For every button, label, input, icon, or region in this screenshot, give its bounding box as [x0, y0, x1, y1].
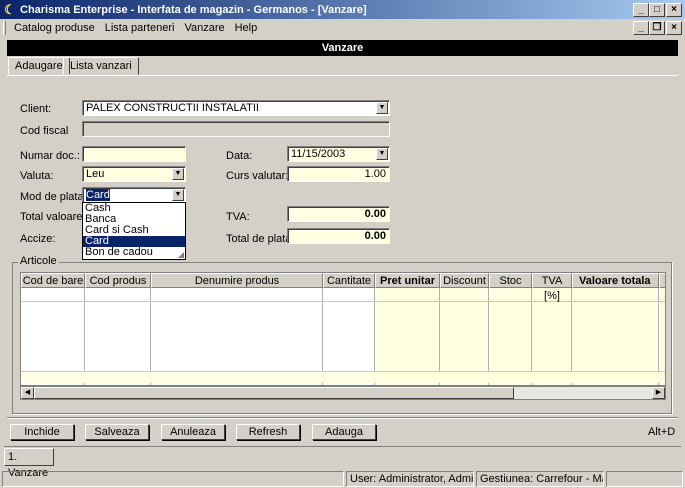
client-select[interactable]: PALEX CONSTRUCTII INSTALATII ▼ — [82, 100, 390, 116]
mod-de-plata-select[interactable]: Card ▼ — [82, 187, 186, 203]
grid-footer-line — [21, 371, 665, 372]
col-discount — [440, 273, 489, 385]
button-separator — [7, 417, 678, 419]
close-button[interactable]: × — [666, 3, 682, 17]
menu-bar: Catalog produse Lista parteneri Vanzare … — [0, 19, 685, 37]
col-extra — [659, 273, 665, 385]
col-denumire — [151, 273, 323, 385]
window-tab-strip — [4, 446, 681, 467]
header-pret-unitar[interactable]: Pret unitar — [375, 273, 440, 288]
scroll-thumb[interactable] — [34, 387, 514, 399]
mdi-restore-button[interactable]: ❐ — [649, 21, 665, 35]
scroll-right-icon[interactable]: ▶ — [652, 387, 665, 399]
header-cantitate[interactable]: Cantitate — [323, 273, 375, 288]
valuta-select[interactable]: Leu ▼ — [82, 166, 186, 182]
header-cod-produs[interactable]: Cod produs — [85, 273, 151, 288]
client-value: PALEX CONSTRUCTII INSTALATII — [86, 102, 259, 114]
grid-row-line — [21, 301, 665, 302]
data-value: 11/15/2003 — [291, 148, 346, 160]
valuta-label: Valuta: — [20, 170, 54, 182]
col-pret-unitar — [375, 273, 440, 385]
grid-footer-row — [21, 371, 665, 383]
tab-lista-vanzari[interactable]: Lista vanzari — [63, 57, 139, 75]
status-panel-extra — [606, 471, 683, 487]
menu-help[interactable]: Help — [230, 22, 263, 34]
menu-vanzare[interactable]: Vanzare — [179, 22, 229, 34]
total-valoare-label: Total valoare: — [20, 211, 86, 223]
mod-de-plata-label: Mod de plata: — [20, 191, 87, 203]
curs-valutar-label: Curs valutar: — [226, 170, 289, 182]
form-header: Vanzare — [7, 40, 678, 56]
header-discount[interactable]: Discount — [440, 273, 489, 288]
numar-doc-input[interactable] — [82, 146, 186, 162]
resize-grip-icon[interactable]: ◢ — [178, 250, 184, 259]
mod-de-plata-list[interactable]: Cash Banca Card si Cash Card Bon de cado… — [82, 202, 186, 260]
valuta-value: Leu — [86, 168, 105, 180]
header-tva[interactable]: TVA [%] — [532, 273, 572, 302]
client-dropdown-icon[interactable]: ▼ — [376, 102, 388, 114]
anuleaza-button[interactable]: Anuleaza — [161, 424, 225, 440]
col-cod-produs — [85, 273, 151, 385]
valuta-dropdown-icon[interactable]: ▼ — [172, 168, 184, 180]
scroll-left-icon[interactable]: ◀ — [21, 387, 34, 399]
total-de-plata-label: Total de plata: — [226, 233, 295, 245]
horizontal-scrollbar[interactable]: ◀ ▶ — [20, 386, 666, 400]
tva-field: 0.00 — [287, 206, 390, 222]
menu-catalog-produse[interactable]: Catalog produse — [9, 22, 100, 34]
numar-doc-label: Numar doc.: — [20, 150, 80, 162]
inchide-button[interactable]: Inchide — [10, 424, 74, 440]
mdi-minimize-button[interactable]: _ — [633, 21, 649, 35]
status-user: User: Administrator, Administr — [346, 471, 474, 487]
articole-title: Articole — [18, 255, 59, 267]
window-tab-vanzare[interactable]: 1. Vanzare — [4, 448, 54, 479]
option-bon-de-cadou[interactable]: Bon de cadou — [83, 247, 185, 258]
client-label: Client: — [20, 103, 52, 115]
maximize-button[interactable]: □ — [649, 3, 665, 17]
col-cod-de-bare — [21, 273, 85, 385]
header-denumire-produs[interactable]: Denumire produs — [151, 273, 323, 288]
col-valoare-totala — [572, 273, 659, 385]
refresh-button[interactable]: Refresh — [236, 424, 300, 440]
articole-grid[interactable]: Cod de bare Cod produs Denumire produs C… — [20, 272, 666, 386]
header-valoare-totala[interactable]: Valoare totala — [572, 273, 659, 288]
data-picker[interactable]: 11/15/2003 ▼ — [287, 146, 390, 162]
cod-fiscal-label: Cod fiscal — [20, 125, 69, 137]
menu-lista-parteneri[interactable]: Lista parteneri — [100, 22, 180, 34]
mdi-close-button[interactable]: × — [666, 21, 682, 35]
total-de-plata-field: 0.00 — [287, 228, 390, 244]
col-cantitate — [323, 273, 375, 385]
col-stoc — [489, 273, 532, 385]
shortcut-hint: Alt+D — [648, 426, 676, 438]
header-stoc[interactable]: Stoc — [489, 273, 532, 288]
curs-valutar-input[interactable]: 1.00 — [287, 166, 390, 182]
header-extra — [659, 273, 665, 288]
cod-fiscal-field — [82, 121, 390, 137]
date-dropdown-icon[interactable]: ▼ — [376, 148, 388, 160]
mod-de-plata-dropdown-icon[interactable]: ▼ — [172, 189, 184, 201]
header-cod-de-bare[interactable]: Cod de bare — [21, 273, 85, 288]
status-gestiune: Gestiunea: Carrefour - Marfa V — [476, 471, 604, 487]
menu-grip — [3, 21, 6, 35]
title-bar[interactable]: ☾ Charisma Enterprise - Interfata de mag… — [0, 0, 685, 19]
app-moon-icon: ☾ — [4, 1, 16, 17]
mod-de-plata-value: Card — [86, 189, 110, 201]
window-title: Charisma Enterprise - Interfata de magaz… — [20, 3, 367, 16]
data-label: Data: — [226, 150, 253, 162]
tva-label: TVA: — [226, 211, 250, 223]
status-panel-empty — [2, 471, 344, 487]
adauga-button[interactable]: Adauga — [312, 424, 376, 440]
minimize-button[interactable]: _ — [633, 3, 649, 17]
tab-adaugare[interactable]: Adaugare — [8, 57, 70, 75]
tab-divider — [7, 75, 678, 76]
salveaza-button[interactable]: Salveaza — [85, 424, 149, 440]
accize-label: Accize: — [20, 233, 56, 245]
